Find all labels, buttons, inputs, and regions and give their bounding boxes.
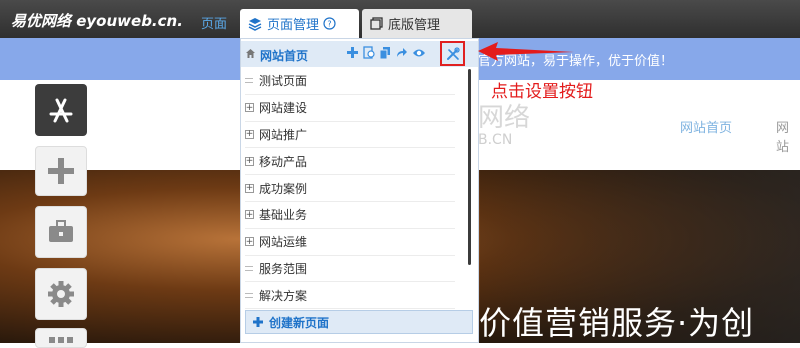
page-list-item[interactable]: + 网站运维 <box>245 229 455 256</box>
help-icon[interactable]: ? <box>323 17 336 30</box>
add-module-button[interactable] <box>35 146 87 196</box>
drag-handle-icon[interactable] <box>245 78 253 84</box>
page-list-item[interactable]: 测试页面 <box>245 68 455 95</box>
nav-item-next[interactable]: 网站 <box>776 117 800 155</box>
page-list-item-label: 网站建设 <box>259 101 308 116</box>
plus-icon <box>48 158 74 184</box>
copy-page-icon[interactable] <box>380 46 391 59</box>
svg-text:?: ? <box>327 20 331 29</box>
app-store-button[interactable] <box>35 84 87 136</box>
page-list-item[interactable]: 解决方案 <box>245 282 455 310</box>
page-list-scrollbar[interactable] <box>468 69 471 265</box>
page-list-item-label: 移动产品 <box>259 154 308 169</box>
tab-template-manage[interactable]: 底版管理 <box>362 9 472 38</box>
brand-logo: 易优网络 eyouweb.cn. <box>11 12 183 30</box>
red-arrow-icon <box>478 42 574 61</box>
page-settings-button[interactable] <box>440 41 465 66</box>
expand-icon[interactable]: + <box>245 129 254 139</box>
page-list-item[interactable]: + 网站建设 <box>245 95 455 122</box>
expand-icon[interactable]: + <box>245 156 254 166</box>
page-list: 测试页面 + 网站建设 + 网站推广 + 移动产品 + 成功案例 + 基础业务 + 网站运维服务范围解决… <box>241 68 467 310</box>
expand-icon[interactable]: + <box>245 103 254 113</box>
gear-icon <box>48 281 74 307</box>
home-page-label: 网站首页 <box>260 49 309 63</box>
page-list-item[interactable]: + 基础业务 <box>245 202 455 229</box>
site-logo-text: 网络 <box>478 103 531 133</box>
page-info-icon[interactable] <box>363 46 375 59</box>
more-tools-button[interactable] <box>35 328 87 348</box>
layers-icon <box>248 17 262 31</box>
tab-page-manage-label: 页面管理 <box>267 18 320 33</box>
hero-slogan: 价值营销服务·为创 <box>479 304 755 342</box>
page-actions <box>347 46 426 59</box>
create-page-label: 创建新页面 <box>269 315 330 330</box>
tab-template-manage-label: 底版管理 <box>388 18 441 33</box>
eye-icon[interactable] <box>412 48 426 58</box>
page-list-item-label: 服务范围 <box>259 261 308 276</box>
drag-handle-icon[interactable] <box>245 292 253 298</box>
annotation-text: 点击设置按钮 <box>491 82 593 102</box>
copy-icon <box>370 17 383 30</box>
tab-page-manage[interactable]: 页面管理 ? <box>240 9 359 38</box>
page-list-item[interactable]: 服务范围 <box>245 256 455 283</box>
expand-icon[interactable]: + <box>245 210 254 220</box>
home-icon <box>246 49 255 58</box>
site-logo-domain: B.CN <box>478 132 513 148</box>
page-list-item[interactable]: + 成功案例 <box>245 175 455 202</box>
expand-icon[interactable]: + <box>245 237 254 247</box>
page-list-item-label: 基础业务 <box>259 208 308 223</box>
toolbox-button[interactable] <box>35 206 87 258</box>
app-store-icon <box>49 98 73 123</box>
drag-handle-icon[interactable] <box>245 265 253 271</box>
settings-tool-button[interactable] <box>35 268 87 320</box>
editor-toolbar: 易优网络 eyouweb.cn. 页面 页面管理 ? 底版管理 <box>0 0 800 38</box>
plus-icon <box>253 317 263 327</box>
toolbox-icon <box>49 220 73 242</box>
page-manager-panel: 网站首页 测试页面 + 网站建设 + 网站推广 + 移动产品 + 成功案例 + … <box>240 38 479 343</box>
nav-item-home[interactable]: 网站首页 <box>680 117 732 136</box>
page-list-item[interactable]: + 移动产品 <box>245 148 455 176</box>
redirect-icon[interactable] <box>396 47 407 58</box>
grid-icon <box>49 337 73 343</box>
page-list-item-label: 网站推广 <box>259 127 308 142</box>
add-page-icon[interactable] <box>347 47 358 58</box>
page-list-item[interactable]: + 网站推广 <box>245 122 455 149</box>
page-list-item-label: 解决方案 <box>259 288 308 303</box>
wrench-scissors-icon <box>446 46 460 60</box>
expand-icon[interactable]: + <box>245 183 254 193</box>
page-list-item-label: 成功案例 <box>259 181 308 196</box>
page-link[interactable]: 页面 <box>201 13 227 32</box>
home-page-row[interactable]: 网站首页 <box>241 41 478 67</box>
create-page-button[interactable]: 创建新页面 <box>245 310 473 334</box>
page-list-item-label: 网站运维 <box>259 235 308 250</box>
page-list-item-label: 测试页面 <box>259 74 308 89</box>
